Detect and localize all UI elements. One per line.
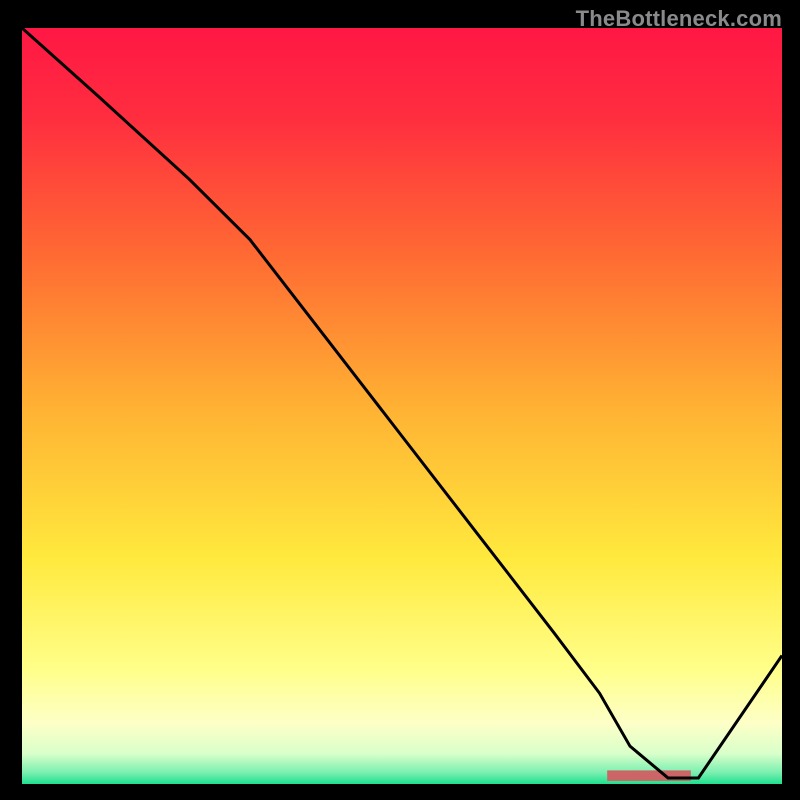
bottleneck-chart: TheBottleneck.com	[0, 0, 800, 800]
watermark-label: TheBottleneck.com	[576, 6, 782, 32]
plot-area	[22, 28, 782, 784]
gradient-background	[22, 28, 782, 784]
